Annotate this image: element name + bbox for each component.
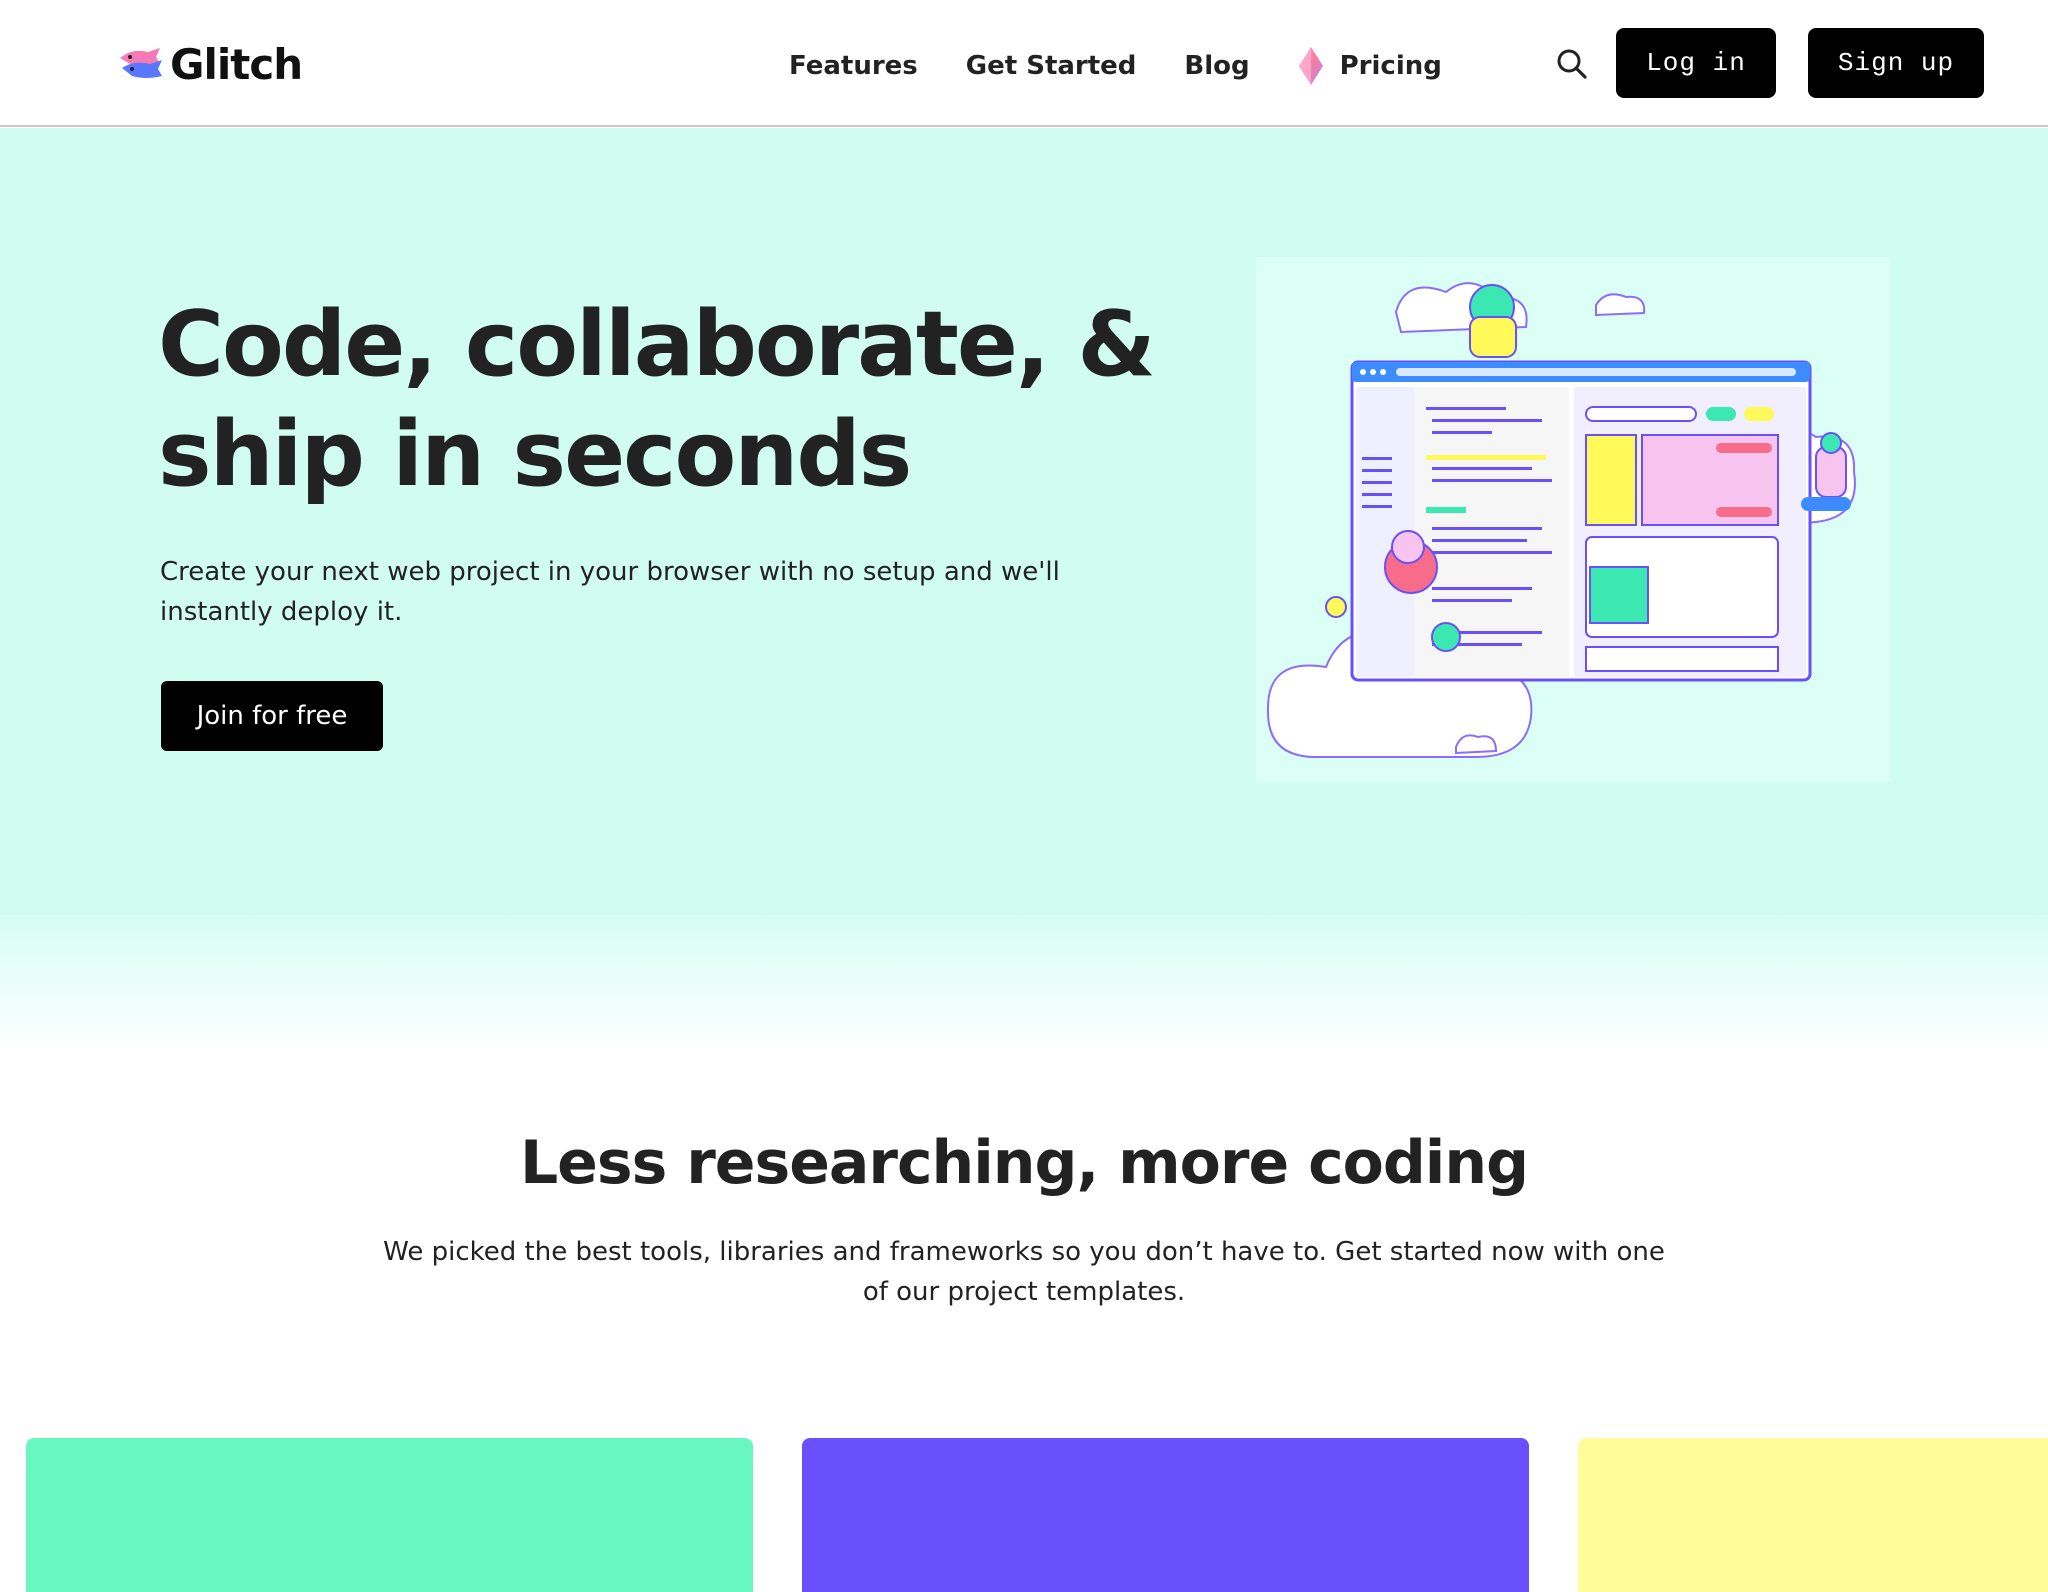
signup-button[interactable]: Sign up: [1808, 28, 1984, 98]
nav-link-get-started[interactable]: Get Started: [966, 51, 1137, 81]
hero-illustration: [1256, 257, 1890, 782]
templates-section-title: Less researching, more coding: [519, 1128, 1529, 1198]
nav-link-features[interactable]: Features: [789, 51, 918, 81]
templates-section-subtitle: We picked the best tools, libraries and …: [383, 1237, 1665, 1307]
hero-fade: [0, 915, 2048, 1055]
brand-name: Glitch: [170, 39, 303, 89]
main-nav: Features Get Started Blog Pricing: [789, 44, 1442, 88]
nav-link-pricing-label: Pricing: [1339, 51, 1442, 81]
glitch-logo-link[interactable]: Glitch: [118, 38, 303, 90]
search-button[interactable]: [1554, 46, 1590, 82]
site-header: Glitch Features Get Started Blog Pricing: [0, 0, 2048, 127]
hero-title-line-1: Code, collaborate, &: [158, 292, 1156, 397]
hero-title: Code, collaborate, & ship in seconds: [158, 290, 1156, 510]
hero-subtitle: Create your next web project in your bro…: [160, 557, 1060, 627]
template-card[interactable]: [1578, 1438, 2048, 1592]
template-card[interactable]: [26, 1438, 753, 1592]
hero-title-line-2: ship in seconds: [158, 402, 912, 507]
hero-section: Code, collaborate, & ship in seconds Cre…: [0, 128, 2048, 915]
search-icon: [1557, 49, 1587, 79]
gem-icon: [1298, 47, 1323, 85]
nav-link-blog[interactable]: Blog: [1184, 51, 1249, 81]
template-card[interactable]: [802, 1438, 1529, 1592]
join-for-free-button[interactable]: Join for free: [161, 681, 383, 751]
login-button[interactable]: Log in: [1616, 28, 1776, 98]
nav-link-pricing[interactable]: Pricing: [1298, 46, 1442, 86]
glitch-fish-logo-icon: [120, 48, 162, 78]
